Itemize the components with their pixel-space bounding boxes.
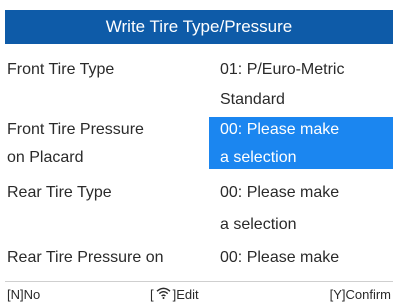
edit-bracket-open: [ <box>150 286 154 302</box>
footer-divider <box>5 281 393 282</box>
front-tire-type-value-cont[interactable]: Standard <box>220 89 285 111</box>
edit-label: ]Edit <box>172 286 199 302</box>
front-tire-type-value[interactable]: 01: P/Euro-Metric <box>220 59 344 81</box>
front-tire-type-label: Front Tire Type <box>7 61 115 78</box>
no-button[interactable]: [N]No <box>7 287 40 302</box>
screen-title: Write Tire Type/Pressure <box>5 10 393 44</box>
confirm-button[interactable]: [Y]Confirm <box>330 287 391 302</box>
footer-bar: [N]No [ ]Edit [Y]Confirm <box>5 283 393 305</box>
rear-tire-type-value-cont[interactable]: a selection <box>220 214 297 236</box>
edit-button[interactable]: [ ]Edit <box>150 287 199 302</box>
rear-tire-type-label: Rear Tire Type <box>7 184 112 201</box>
front-tire-pressure-value[interactable]: 00: Please make <box>220 119 339 141</box>
front-tire-pressure-value-cont[interactable]: a selection <box>220 147 297 169</box>
wifi-icon <box>156 287 171 302</box>
rear-tire-pressure-value[interactable]: 00: Please make <box>220 247 339 269</box>
rear-tire-pressure-label: Rear Tire Pressure on <box>7 249 164 266</box>
rear-tire-type-value[interactable]: 00: Please make <box>220 182 339 204</box>
front-tire-pressure-label: Front Tire Pressure <box>7 121 144 138</box>
tire-pressure-screen: Write Tire Type/Pressure Front Tire Type… <box>5 0 399 305</box>
front-tire-pressure-label-cont: on Placard <box>7 149 84 166</box>
